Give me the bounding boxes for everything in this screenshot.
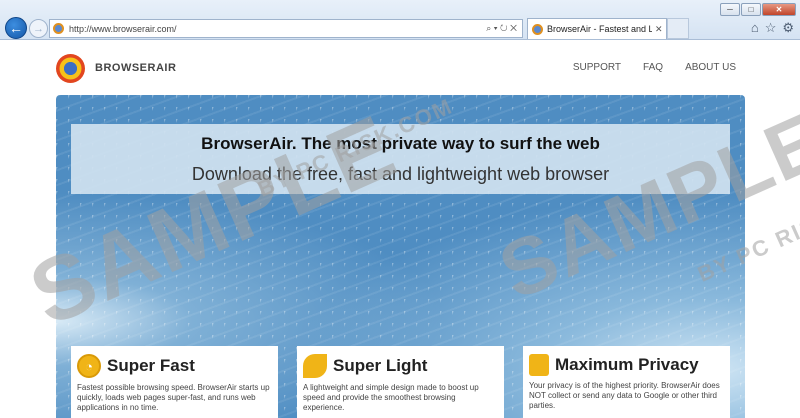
feature-card-fast: ◔ Super Fast Fastest possible browsing s… bbox=[71, 346, 278, 418]
feature-title: Super Light bbox=[333, 356, 428, 375]
hero-headline: BrowserAir. The most private way to surf… bbox=[201, 134, 600, 153]
feature-text: Your privacy is of the highest priority.… bbox=[529, 381, 720, 410]
speedometer-icon: ◔ bbox=[77, 354, 101, 378]
hero-subline: Download the free, fast and lightweight … bbox=[191, 164, 610, 184]
home-icon[interactable]: ⌂ bbox=[751, 20, 759, 36]
browser-chrome: ← → http://www.browserair.com/ ⌕ ▾ ↻ ✕ B… bbox=[0, 0, 800, 40]
site-favicon-icon bbox=[53, 23, 64, 34]
feature-text: Fastest possible browsing speed. Browser… bbox=[77, 383, 270, 412]
feature-card-light: Super Light A lightweight and simple des… bbox=[297, 346, 504, 418]
url-text[interactable]: http://www.browserair.com/ bbox=[69, 24, 486, 34]
tab-browserair[interactable]: BrowserAir - Fastest and Li... ✕ bbox=[527, 18, 667, 39]
favorites-icon[interactable]: ☆ bbox=[765, 20, 777, 36]
tab-favicon-icon bbox=[532, 23, 543, 35]
maximize-button[interactable]: □ bbox=[741, 3, 761, 16]
window-controls: ─ □ ✕ bbox=[720, 3, 796, 16]
feature-title: Maximum Privacy bbox=[555, 355, 699, 374]
top-nav: SUPPORT FAQ ABOUT US bbox=[573, 62, 736, 73]
tab-title: BrowserAir - Fastest and Li... bbox=[547, 24, 652, 34]
new-tab-button[interactable] bbox=[667, 18, 689, 39]
forward-button[interactable]: → bbox=[29, 19, 48, 38]
nav-about-link[interactable]: ABOUT US bbox=[685, 62, 736, 73]
feature-card-privacy: Maximum Privacy Your privacy is of the h… bbox=[523, 346, 730, 418]
nav-faq-link[interactable]: FAQ bbox=[643, 62, 663, 73]
hero-banner: BrowserAir. The most private way to surf… bbox=[71, 124, 730, 194]
tab-close-icon[interactable]: ✕ bbox=[655, 24, 663, 35]
lock-icon bbox=[529, 354, 549, 376]
address-buttons[interactable]: ⌕ ▾ ↻ ✕ bbox=[486, 23, 517, 34]
leaf-icon bbox=[303, 354, 327, 378]
site-brand[interactable]: BROWSERAIR bbox=[95, 62, 176, 74]
nav-support-link[interactable]: SUPPORT bbox=[573, 62, 621, 73]
close-button[interactable]: ✕ bbox=[762, 3, 796, 16]
address-bar[interactable]: http://www.browserair.com/ ⌕ ▾ ↻ ✕ bbox=[49, 19, 523, 38]
feature-text: A lightweight and simple design made to … bbox=[303, 383, 479, 412]
browserair-logo-icon[interactable] bbox=[56, 54, 85, 83]
settings-gear-icon[interactable]: ⚙ bbox=[782, 20, 794, 36]
back-button[interactable]: ← bbox=[5, 17, 27, 39]
feature-title: Super Fast bbox=[107, 356, 195, 375]
minimize-button[interactable]: ─ bbox=[720, 3, 740, 16]
browser-tools: ⌂ ☆ ⚙ bbox=[751, 20, 794, 36]
web-page: BROWSERAIR SUPPORT FAQ ABOUT US BrowserA… bbox=[0, 41, 800, 418]
hero-section: BrowserAir. The most private way to surf… bbox=[56, 95, 745, 418]
